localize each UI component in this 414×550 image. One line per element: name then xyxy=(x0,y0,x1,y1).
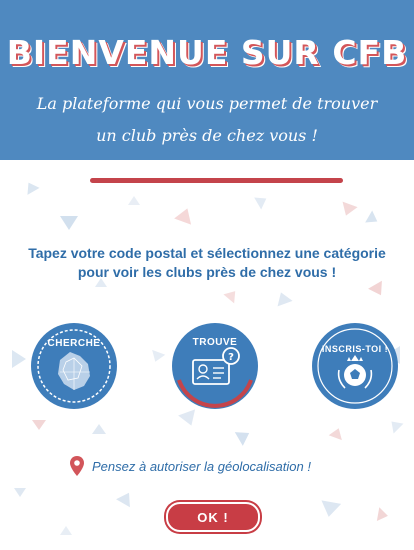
instruction-text: Tapez votre code postal et sélectionnez … xyxy=(28,245,386,280)
map-icon xyxy=(31,323,117,409)
svg-text:?: ? xyxy=(228,352,234,363)
page-subtitle: La plateforme qui vous permet de trouver… xyxy=(36,94,378,145)
ok-button[interactable]: OK ! xyxy=(166,502,260,532)
soccer-ball-icon xyxy=(312,323,398,409)
divider xyxy=(90,178,343,183)
geolocation-hint: Pensez à autoriser la géolocalisation ! xyxy=(70,455,311,477)
location-pin-icon xyxy=(70,456,84,476)
id-card-icon: ? xyxy=(172,323,258,409)
page-title: BIENVENUE SUR CFB xyxy=(6,33,408,72)
step-label: INSCRIS-TOI ! xyxy=(321,344,389,354)
step-label: TROUVE xyxy=(192,337,238,348)
header-banner: BIENVENUE SUR CFB La plateforme qui vous… xyxy=(0,0,414,160)
step-label: CHERCHE xyxy=(47,338,101,349)
step-inscris-toi: INSCRIS-TOI ! xyxy=(311,322,399,410)
step-trouve: ? TROUVE xyxy=(171,322,259,410)
geolocation-text: Pensez à autoriser la géolocalisation ! xyxy=(92,458,311,474)
step-cherche: CHERCHE xyxy=(30,322,118,410)
